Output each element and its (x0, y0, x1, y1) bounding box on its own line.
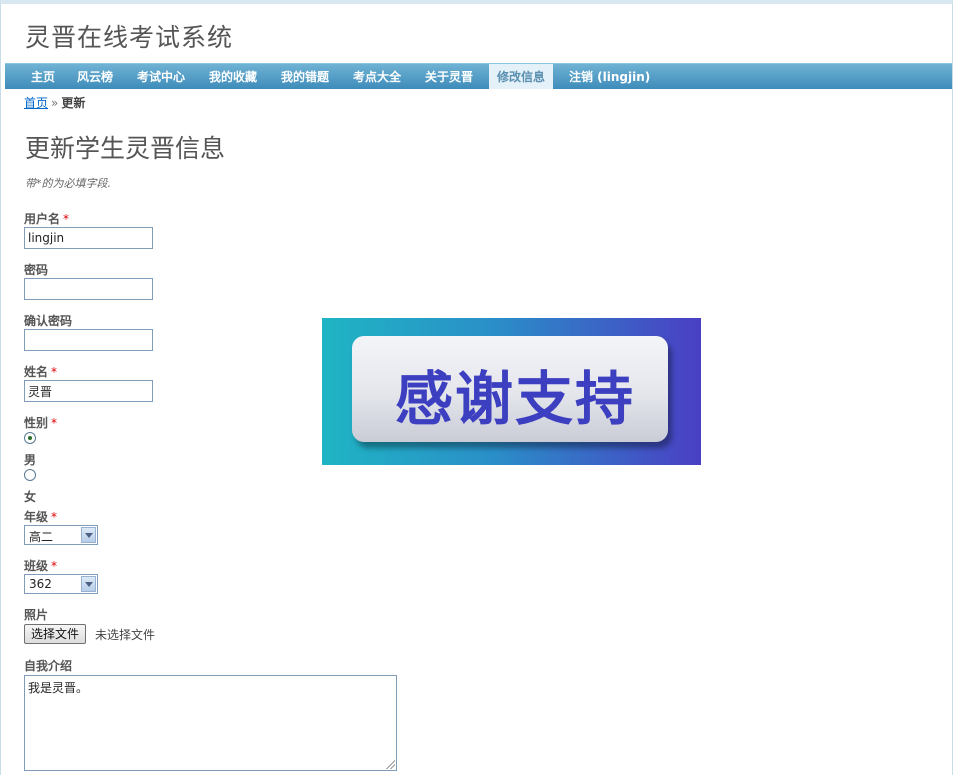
site-title: 灵晋在线考试系统 (25, 23, 234, 52)
banner-text: 感谢支持 (394, 365, 635, 433)
choose-file-button[interactable]: 选择文件 (24, 624, 87, 644)
required-note: 带*的为必填字段. (25, 177, 111, 190)
name-input[interactable] (24, 380, 153, 402)
breadcrumb-home-link[interactable]: 首页 (24, 96, 48, 110)
intro-textarea[interactable]: 我是灵晋。 (24, 675, 397, 771)
confirm-password-label: 确认密码 (24, 314, 73, 328)
required-marker: * (51, 365, 58, 379)
breadcrumb-separator: » (51, 96, 59, 110)
grade-label-text: 年级 (24, 510, 49, 524)
menu-item-logout[interactable]: 注销 (lingjin) (561, 64, 658, 89)
page-frame: 灵晋在线考试系统 主页 风云榜 考试中心 我的收藏 我的错题 考点大全 关于灵晋… (0, 0, 953, 775)
class-label: 班级 * (24, 557, 57, 574)
photo-label: 照片 (24, 608, 49, 622)
menu-item-leaderboard[interactable]: 风云榜 (69, 64, 121, 89)
resize-grip-icon[interactable] (385, 759, 395, 769)
menu-item-edit-profile[interactable]: 修改信息 (489, 64, 554, 89)
breadcrumb: 首页» 更新 (24, 94, 85, 111)
menu-item-exam-center[interactable]: 考试中心 (129, 64, 193, 89)
grade-selected-value: 高二 (29, 530, 54, 544)
password-label: 密码 (24, 263, 49, 277)
menu-item-favorites[interactable]: 我的收藏 (201, 64, 265, 89)
menu-item-about[interactable]: 关于灵晋 (417, 64, 481, 89)
menu-item-wrong-questions[interactable]: 我的错题 (273, 64, 337, 89)
page-title: 更新学生灵晋信息 (25, 134, 226, 163)
chevron-down-icon[interactable] (81, 576, 96, 592)
class-select[interactable]: 362 (24, 574, 98, 594)
required-marker: * (51, 510, 58, 524)
menu-item-knowledge-points[interactable]: 考点大全 (345, 64, 409, 89)
required-marker: * (51, 416, 58, 430)
chevron-down-icon[interactable] (81, 527, 96, 543)
password-input[interactable] (24, 278, 153, 300)
gender-male-radio[interactable] (24, 432, 36, 444)
username-input[interactable] (24, 227, 153, 249)
main-menu: 主页 风云榜 考试中心 我的收藏 我的错题 考点大全 关于灵晋 修改信息 注销 … (5, 63, 952, 89)
required-marker: * (51, 559, 58, 573)
thanks-banner: 感谢支持 (322, 318, 701, 465)
name-label: 姓名 * (24, 363, 57, 380)
menu-item-home[interactable]: 主页 (23, 64, 63, 89)
breadcrumb-current: 更新 (61, 96, 86, 110)
gender-label-text: 性别 (24, 416, 49, 430)
class-label-text: 班级 (24, 559, 49, 573)
confirm-password-input[interactable] (24, 329, 153, 351)
gender-female-label: 女 (24, 490, 37, 504)
gender-female-radio[interactable] (24, 469, 36, 481)
intro-label: 自我介绍 (24, 659, 73, 673)
username-label-text: 用户名 (24, 212, 61, 226)
grade-label: 年级 * (24, 508, 57, 525)
name-label-text: 姓名 (24, 365, 49, 379)
grade-select[interactable]: 高二 (24, 525, 98, 545)
required-marker: * (63, 212, 70, 226)
gender-male-label: 男 (24, 453, 37, 467)
username-label: 用户名 * (24, 210, 69, 227)
file-status-text: 未选择文件 (95, 628, 156, 642)
gender-label: 性别 * (24, 414, 57, 431)
class-selected-value: 362 (29, 577, 52, 591)
